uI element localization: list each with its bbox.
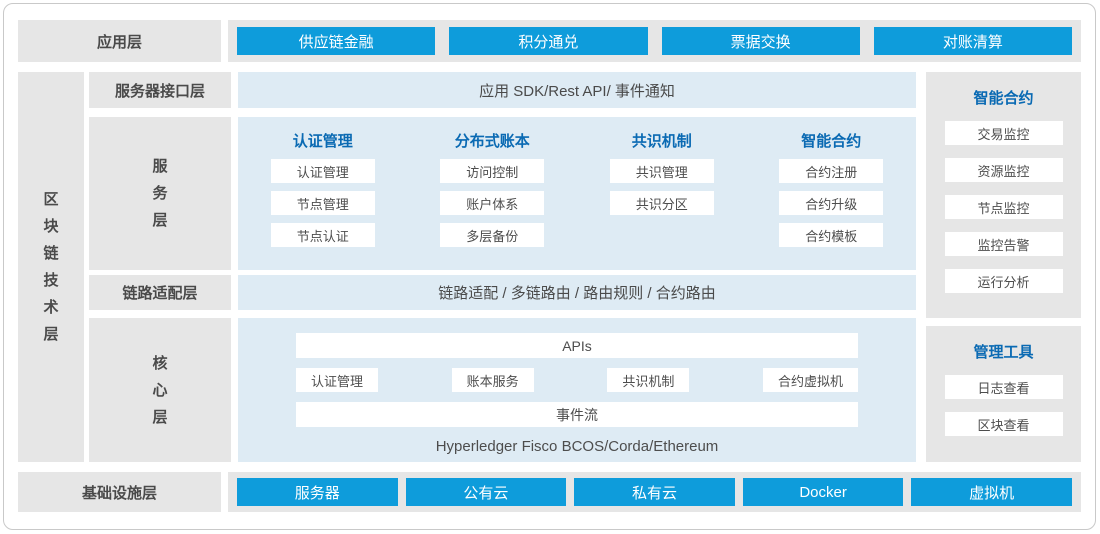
event-stream-bar: 事件流: [296, 402, 858, 427]
core-layer-label: 核心层: [89, 318, 231, 462]
app-button-points-exchange: 积分通兑: [449, 27, 647, 55]
monitor-item: 交易监控: [945, 121, 1063, 145]
tool-item: 区块查看: [945, 412, 1063, 436]
core-module: 合约虚拟机: [763, 368, 858, 392]
service-item: 账户体系: [440, 191, 544, 215]
smart-contract-monitor-panel: 智能合约 交易监控 资源监控 节点监控 监控告警 运行分析: [926, 72, 1081, 318]
monitor-item: 节点监控: [945, 195, 1063, 219]
service-group-ledger-title: 分布式账本: [455, 131, 530, 153]
link-adaptation-bar: 链路适配 / 多链路由 / 路由规则 / 合约路由: [238, 275, 916, 310]
core-layer-panel: APIs 认证管理 账本服务 共识机制 合约虚拟机 事件流 Hyperledge…: [238, 318, 916, 462]
service-item: 合约注册: [779, 159, 883, 183]
infra-button-private-cloud: 私有云: [574, 478, 735, 506]
service-item: 合约升级: [779, 191, 883, 215]
monitor-item: 资源监控: [945, 158, 1063, 182]
apis-bar: APIs: [296, 333, 858, 358]
link-adaptation-layer-label: 链路适配层: [89, 275, 231, 310]
core-modules-row: 认证管理 账本服务 共识机制 合约虚拟机: [296, 368, 858, 392]
management-tools-panel-title: 管理工具: [973, 341, 1033, 362]
infra-button-server: 服务器: [237, 478, 398, 506]
application-buttons-strip: 供应链金融 积分通兑 票据交换 对账清算: [228, 20, 1081, 62]
service-group-smart-contract-title: 智能合约: [801, 131, 861, 153]
core-module: 共识机制: [607, 368, 689, 392]
core-module: 账本服务: [452, 368, 534, 392]
infrastructure-layer-row: 基础设施层 服务器 公有云 私有云 Docker 虚拟机: [18, 472, 1081, 512]
layer-content-column: 应用 SDK/Rest API/ 事件通知 认证管理 认证管理 节点管理 节点认…: [238, 72, 916, 462]
blockchain-tech-layer-bar: 区块链技术层: [18, 72, 84, 462]
server-interface-layer-label: 服务器接口层: [89, 72, 231, 108]
smart-contract-panel-title: 智能合约: [973, 87, 1033, 108]
blockchain-tech-layer-area: 区块链技术层 服务器接口层 服务层 链路适配层 核心层 应用 SDK/Rest …: [18, 72, 1081, 462]
monitor-item: 运行分析: [945, 269, 1063, 293]
service-group-auth-title: 认证管理: [293, 131, 353, 153]
application-layer-row: 应用层 供应链金融 积分通兑 票据交换 对账清算: [18, 20, 1081, 62]
app-button-supply-chain-finance: 供应链金融: [237, 27, 435, 55]
service-group-smart-contract: 智能合约 合约注册 合约升级 合约模板: [747, 131, 917, 270]
infra-button-vm: 虚拟机: [911, 478, 1072, 506]
service-group-consensus-title: 共识机制: [632, 131, 692, 153]
service-item: 认证管理: [271, 159, 375, 183]
service-item: 节点管理: [271, 191, 375, 215]
tool-item: 日志查看: [945, 375, 1063, 399]
service-group-ledger: 分布式账本 访问控制 账户体系 多层备份: [408, 131, 578, 270]
application-layer-label: 应用层: [18, 20, 221, 62]
service-layer-label: 服务层: [89, 117, 231, 270]
service-item: 共识管理: [610, 159, 714, 183]
sub-layer-labels-column: 服务器接口层 服务层 链路适配层 核心层: [89, 72, 231, 462]
service-item: 访问控制: [440, 159, 544, 183]
management-tools-panel: 管理工具 日志查看 区块查看: [926, 326, 1081, 462]
app-button-reconciliation-clearing: 对账清算: [874, 27, 1072, 55]
core-module: 认证管理: [296, 368, 378, 392]
service-item: 多层备份: [440, 223, 544, 247]
service-group-consensus: 共识机制 共识管理 共识分区: [577, 131, 747, 270]
service-layer-label-text: 服务层: [152, 153, 169, 234]
infrastructure-layer-label: 基础设施层: [18, 472, 221, 512]
core-layer-label-text: 核心层: [152, 350, 169, 431]
infrastructure-buttons-strip: 服务器 公有云 私有云 Docker 虚拟机: [228, 472, 1081, 512]
service-item: 共识分区: [610, 191, 714, 215]
service-item: 节点认证: [271, 223, 375, 247]
infra-button-docker: Docker: [743, 478, 904, 506]
sdk-api-bar: 应用 SDK/Rest API/ 事件通知: [238, 72, 916, 108]
platforms-text: Hyperledger Fisco BCOS/Corda/Ethereum: [296, 438, 858, 455]
service-group-auth: 认证管理 认证管理 节点管理 节点认证: [238, 131, 408, 270]
right-panels-column: 智能合约 交易监控 资源监控 节点监控 监控告警 运行分析 管理工具 日志查看 …: [926, 72, 1081, 462]
blockchain-tech-layer-label: 区块链技术层: [43, 186, 60, 348]
infra-button-public-cloud: 公有云: [406, 478, 567, 506]
monitor-item: 监控告警: [945, 232, 1063, 256]
service-layer-panel: 认证管理 认证管理 节点管理 节点认证 分布式账本 访问控制 账户体系 多层备份…: [238, 117, 916, 270]
service-item: 合约模板: [779, 223, 883, 247]
architecture-diagram-frame: 应用层 供应链金融 积分通兑 票据交换 对账清算 区块链技术层 服务器接口层 服…: [3, 3, 1096, 530]
app-button-bill-exchange: 票据交换: [662, 27, 860, 55]
